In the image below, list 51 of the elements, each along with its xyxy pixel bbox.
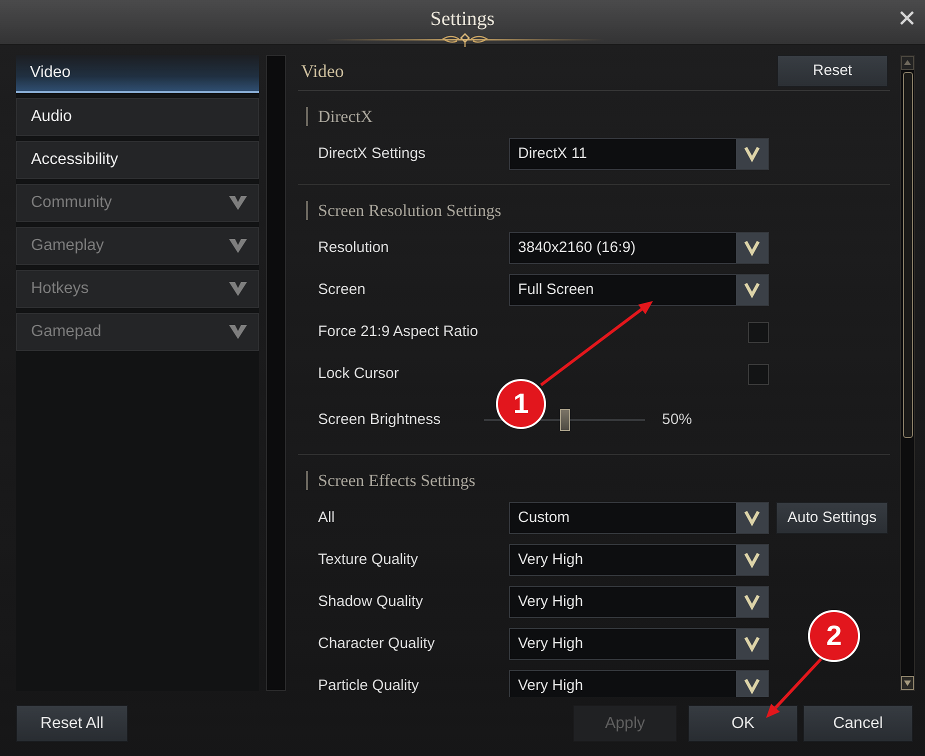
dialog-button[interactable]: OK (688, 705, 798, 742)
chevron-down-icon (736, 671, 768, 697)
scroll-up-icon[interactable] (901, 56, 914, 70)
slider-value: 50% (662, 410, 692, 430)
sidebar-item[interactable]: Audio (16, 98, 259, 136)
setting-label: Texture Quality (318, 550, 418, 570)
chevron-down-icon (736, 139, 768, 169)
dropdown[interactable]: Very High (509, 670, 769, 697)
setting-label: All (318, 508, 335, 528)
checkbox[interactable] (748, 322, 769, 342)
chevron-down-icon (736, 275, 768, 305)
setting-label: Screen Brightness (318, 410, 441, 430)
setting-label: Shadow Quality (318, 592, 424, 612)
auto-settings-button[interactable]: Auto Settings (776, 502, 888, 534)
dropdown[interactable]: Very High (509, 544, 769, 576)
dropdown[interactable]: DirectX 11 (509, 138, 769, 170)
setting-label: Screen (318, 280, 366, 300)
close-icon[interactable] (900, 11, 914, 25)
scroll-down-icon[interactable] (901, 676, 914, 690)
chevron-down-icon (736, 545, 768, 575)
dropdown[interactable]: Custom (509, 502, 769, 534)
reset-button[interactable]: Reset (777, 55, 888, 87)
checkbox[interactable] (748, 364, 769, 384)
dropdown[interactable]: Very High (509, 586, 769, 618)
setting-label: DirectX Settings (318, 144, 426, 164)
section-heading: DirectX (306, 106, 373, 126)
step-badge: 1 (496, 379, 546, 429)
panel-title: Video (301, 60, 344, 82)
window-title: Settings (430, 7, 495, 31)
chevron-down-icon (736, 503, 768, 533)
dialog-button[interactable]: Cancel (803, 705, 913, 742)
sidebar-item[interactable]: Video (16, 55, 259, 93)
setting-label: Character Quality (318, 634, 435, 654)
setting-label: Lock Cursor (318, 364, 399, 384)
chevron-down-icon (736, 233, 768, 263)
reset-all-button[interactable]: Reset All (16, 705, 128, 742)
dropdown[interactable]: Very High (509, 628, 769, 660)
step-badge: 2 (808, 610, 860, 662)
setting-label: Force 21:9 Aspect Ratio (318, 322, 478, 342)
scrollbar-thumb[interactable] (902, 72, 912, 438)
setting-label: Particle Quality (318, 676, 419, 696)
dropdown[interactable]: 3840x2160 (16:9) (509, 232, 769, 264)
sidebar-item[interactable]: Accessibility (16, 141, 259, 179)
annotation-arrow (766, 658, 822, 718)
chevron-down-icon (736, 629, 768, 659)
chevron-down-icon (736, 587, 768, 617)
setting-label: Resolution (318, 238, 389, 258)
slider-thumb[interactable] (560, 409, 570, 431)
section-heading: Screen Resolution Settings (306, 200, 502, 220)
dropdown[interactable]: Full Screen (509, 274, 769, 306)
section-heading: Screen Effects Settings (306, 470, 476, 490)
